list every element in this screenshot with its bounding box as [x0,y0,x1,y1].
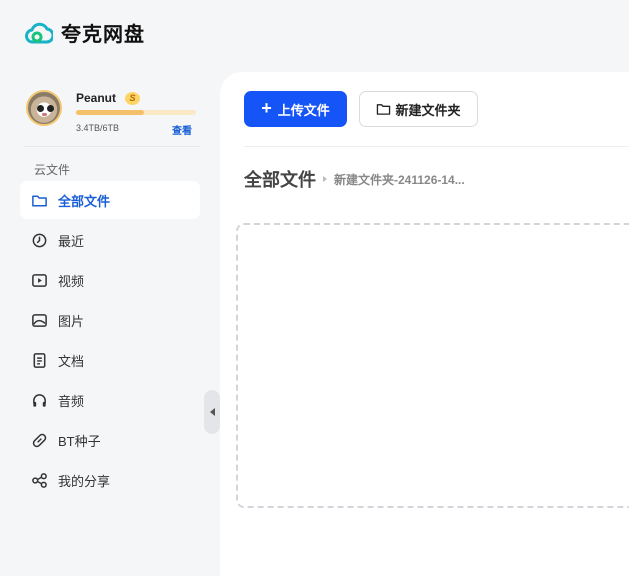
headphones-icon [33,393,46,407]
sidebar-item-my-shares[interactable]: 我的分享 [20,461,200,499]
sidebar-nav: 全部文件 最近 视频 图片 文档 音频 BT种子 我的分享 [20,181,200,501]
folder-icon [32,194,47,206]
sidebar-item-bt-torrents[interactable]: BT种子 [20,421,200,459]
sidebar-item-recent[interactable]: 最近 [20,221,200,259]
folder-icon [377,104,391,115]
main-panel: + 上传文件 新建文件夹 全部文件 新建文件夹-241126-14... [220,72,629,576]
file-drop-zone[interactable] [236,223,629,508]
plus-icon: + [261,98,272,118]
video-icon [32,273,47,287]
user-panel: Peanut S 3.4TB/6TB 查看 [26,90,196,137]
sidebar-item-documents[interactable]: 文档 [20,341,200,379]
breadcrumb: 全部文件 新建文件夹-241126-14... [244,166,465,192]
sidebar-item-label: 视频 [58,273,85,289]
breadcrumb-current[interactable]: 新建文件夹-241126-14... [334,171,465,188]
view-storage-link[interactable]: 查看 [172,122,192,137]
sidebar-item-all-files[interactable]: 全部文件 [20,181,200,219]
collapse-sidebar-toggle[interactable] [204,390,220,434]
avatar[interactable] [26,90,62,126]
share-icon [32,472,47,488]
sidebar-item-images[interactable]: 图片 [20,301,200,339]
sidebar-item-label: BT种子 [58,433,101,449]
chevron-left-icon [209,408,215,416]
sidebar-item-label: 全部文件 [58,193,111,209]
storage-quota: 3.4TB/6TB [76,123,120,133]
app-logo[interactable]: 夸克网盘 [25,18,145,47]
vip-badge-icon[interactable]: S [125,92,140,105]
sidebar-item-label: 图片 [58,313,85,329]
new-folder-button-label: 新建文件夹 [395,102,461,118]
image-icon [32,313,47,327]
sidebar: Peanut S 3.4TB/6TB 查看 云文件 全部文件 最近 视频 图片 … [0,72,220,576]
app-title: 夸克网盘 [61,22,145,46]
breadcrumb-separator-icon [323,176,327,182]
section-title-cloud-files: 云文件 [34,163,71,177]
bt-icon [32,433,47,447]
cloud-logo-icon [25,22,53,43]
user-name: Peanut [76,91,117,105]
sidebar-item-video[interactable]: 视频 [20,261,200,299]
upload-button-label: 上传文件 [277,102,330,118]
breadcrumb-root[interactable]: 全部文件 [244,166,316,192]
new-folder-button[interactable]: 新建文件夹 [359,91,478,127]
toolbar-divider [244,146,629,147]
clock-icon [32,233,47,247]
sidebar-item-label: 最近 [58,233,85,249]
sidebar-item-label: 文档 [58,353,85,369]
sidebar-item-label: 音频 [58,393,85,409]
sidebar-divider [24,146,200,147]
storage-bar [76,110,196,115]
sidebar-item-label: 我的分享 [58,473,111,489]
document-icon [33,352,46,368]
storage-bar-fill [76,110,145,115]
upload-button[interactable]: + 上传文件 [244,91,347,127]
sidebar-item-audio[interactable]: 音频 [20,381,200,419]
